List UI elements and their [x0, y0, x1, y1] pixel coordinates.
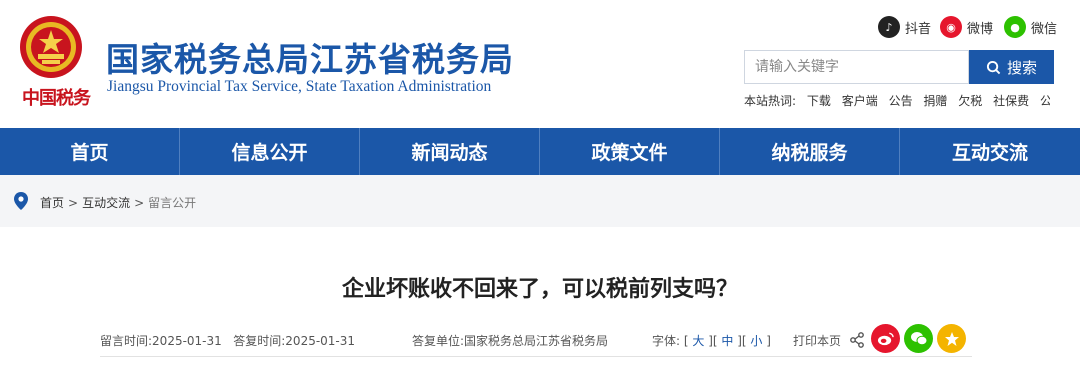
hot-words: 本站热词: 下载 客户端 公告 捐赠 欠税 社保费 公 [744, 92, 1050, 109]
search-icon [986, 60, 1001, 74]
message-time-label: 留言时间: [100, 334, 153, 348]
article-dates: 留言时间:2025-01-31 答复时间:2025-01-31 [100, 332, 355, 349]
hot-word[interactable]: 公 [1040, 94, 1050, 108]
wechat-icon [910, 332, 927, 346]
breadcrumb-interaction[interactable]: 互动交流 [82, 196, 130, 210]
share-wechat-button[interactable] [904, 324, 933, 353]
national-emblem-icon [20, 16, 82, 78]
social-wechat-label: 微信 [1031, 21, 1058, 37]
breadcrumb-bar: 首页 > 互动交流 > 留言公开 [0, 175, 1080, 227]
site-header: 中国税务 国家税务总局江苏省税务局 Jiangsu Provincial Tax… [0, 0, 1080, 128]
site-subtitle: Jiangsu Provincial Tax Service, State Ta… [107, 78, 492, 95]
font-large-button[interactable]: 大 [692, 334, 704, 348]
search-button-label: 搜索 [1006, 58, 1037, 77]
nav-item-policy[interactable]: 政策文件 [540, 128, 720, 175]
print-button[interactable]: 打印本页 [793, 332, 841, 349]
social-weibo-label: 微博 [967, 21, 994, 37]
hot-word[interactable]: 捐赠 [923, 94, 947, 108]
reply-unit-value: 国家税务总局江苏省税务局 [464, 334, 609, 348]
weibo-icon: ◉ [940, 16, 962, 38]
social-douyin[interactable]: ♪ 抖音 [878, 16, 931, 38]
weibo-icon [877, 332, 894, 345]
nav-item-tax-service[interactable]: 纳税服务 [720, 128, 900, 175]
nav-item-interaction[interactable]: 互动交流 [900, 128, 1080, 175]
hot-word[interactable]: 欠税 [958, 94, 982, 108]
search-input[interactable] [744, 50, 969, 84]
nav-item-info-public[interactable]: 信息公开 [180, 128, 360, 175]
hot-word[interactable]: 客户端 [842, 94, 878, 108]
main-nav: 首页 信息公开 新闻动态 政策文件 纳税服务 互动交流 [0, 128, 1080, 175]
site-title[interactable]: 国家税务总局江苏省税务局 [106, 33, 514, 81]
breadcrumb-home[interactable]: 首页 [40, 196, 64, 210]
search-bar: 搜索 [744, 50, 1054, 84]
font-size-label: 字体: [652, 334, 681, 348]
hot-word[interactable]: 社保费 [993, 94, 1029, 108]
article-title: 企业坏账收不回来了，可以税前列支吗？ [341, 277, 738, 302]
nav-item-home[interactable]: 首页 [0, 128, 180, 175]
reply-unit: 答复单位:国家税务总局江苏省税务局 [412, 332, 608, 349]
hot-words-label: 本站热词: [744, 94, 797, 108]
social-douyin-label: 抖音 [905, 21, 932, 37]
breadcrumb: 首页 > 互动交流 > 留言公开 [40, 196, 197, 210]
calligraphy-logo: 中国税务 [22, 88, 91, 109]
reply-time: 2025-01-31 [285, 334, 356, 348]
wechat-icon: ● [1004, 16, 1026, 38]
share-favorite-button[interactable] [937, 324, 966, 353]
hot-word[interactable]: 公告 [889, 94, 913, 108]
search-button[interactable]: 搜索 [969, 50, 1054, 84]
reply-unit-label: 答复单位: [412, 334, 465, 348]
reply-time-label: 答复时间: [233, 334, 286, 348]
social-wechat[interactable]: ● 微信 [1004, 16, 1057, 38]
breadcrumb-current: 留言公开 [148, 196, 197, 210]
douyin-icon: ♪ [878, 16, 900, 38]
divider [100, 356, 972, 357]
location-pin-icon [14, 192, 28, 210]
star-icon [944, 331, 959, 346]
share-weibo-button[interactable] [871, 324, 900, 353]
font-small-button[interactable]: 小 [750, 334, 762, 348]
nav-item-news[interactable]: 新闻动态 [360, 128, 540, 175]
hot-word[interactable]: 下载 [807, 94, 831, 108]
share-icon[interactable] [849, 332, 865, 348]
message-time: 2025-01-31 [152, 334, 222, 348]
social-weibo[interactable]: ◉ 微博 [940, 16, 993, 38]
font-size-control: 字体: [ 大 ][ 中 ][ 小 ] [652, 334, 771, 348]
font-medium-button[interactable]: 中 [721, 334, 733, 348]
